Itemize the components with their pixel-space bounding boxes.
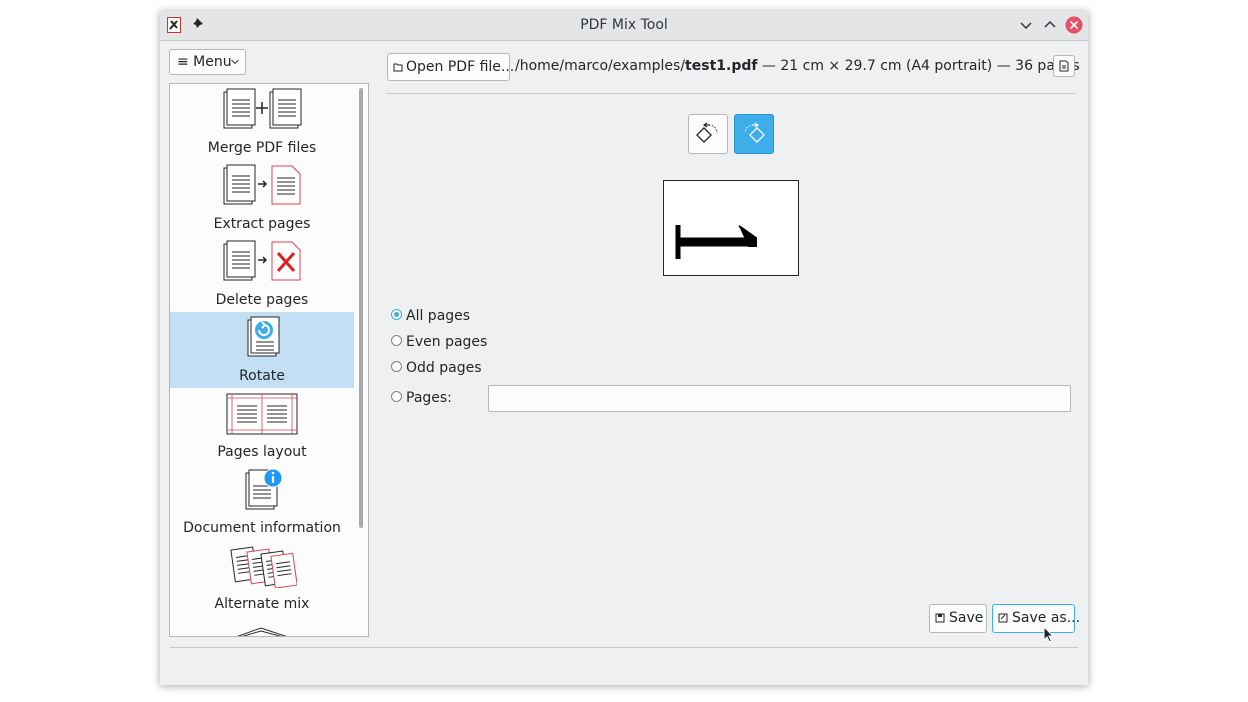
save-label: Save — [949, 610, 984, 626]
sidebar-item-rotate[interactable]: Rotate — [170, 312, 354, 388]
open-pdf-label: Open PDF file... — [406, 59, 515, 75]
save-button[interactable]: Save — [929, 604, 987, 633]
sidebar-item-pages-layout[interactable]: Pages layout — [170, 388, 354, 464]
sidebar-item-delete[interactable]: Delete pages — [170, 236, 354, 312]
open-pdf-button[interactable]: Open PDF file... — [387, 53, 514, 81]
rotate-right-icon — [744, 122, 765, 143]
chevron-down-icon — [231, 59, 239, 65]
radio-odd-pages[interactable]: Odd pages — [391, 358, 482, 378]
window-title: PDF Mix Tool — [580, 17, 668, 33]
book-icon — [237, 627, 287, 636]
radio-indicator[interactable] — [391, 360, 402, 372]
rotate-left-button[interactable] — [688, 114, 728, 154]
sidebar-item-label: Rotate — [239, 368, 285, 384]
radio-even-pages[interactable]: Even pages — [391, 332, 487, 352]
rotate-right-button[interactable] — [734, 114, 774, 154]
sidebar-scrollbar[interactable] — [359, 88, 363, 528]
sidebar-item-label: Document information — [183, 520, 341, 536]
pages-layout-icon — [226, 393, 298, 435]
maximize-icon[interactable] — [1041, 16, 1059, 34]
mouse-cursor-icon — [1043, 626, 1055, 643]
save-as-button[interactable]: Save as... — [992, 604, 1080, 633]
merge-icon — [223, 88, 302, 129]
rotated-page-glyph — [675, 225, 757, 259]
file-info: — 21 cm × 29.7 cm (A4 portrait) — 36 pag… — [757, 58, 1080, 74]
radio-label: Even pages — [406, 334, 488, 350]
sidebar-item-merge[interactable]: Merge PDF files — [170, 84, 354, 160]
file-path: /home/marco/examples/test1.pdf — 21 cm ×… — [515, 58, 1080, 74]
folder-icon — [393, 63, 403, 72]
sidebar-item-label: Alternate mix — [214, 596, 310, 612]
menu-button[interactable]: ≡ Menu — [169, 49, 246, 75]
delete-pages-icon — [223, 240, 301, 281]
extract-pages-icon — [223, 164, 301, 205]
radio-label: All pages — [406, 308, 471, 324]
file-path-prefix: /home/marco/examples/ — [515, 58, 686, 74]
app-window: PDF Mix Tool ≡ Menu Merge PDF files Extr… — [160, 11, 1088, 685]
document-info-button[interactable] — [1053, 55, 1075, 77]
sidebar-item-document-information[interactable]: Document information — [170, 464, 354, 540]
radio-indicator[interactable] — [391, 334, 402, 346]
close-icon[interactable] — [1065, 16, 1083, 34]
minimize-icon[interactable] — [1017, 16, 1035, 34]
radio-indicator[interactable] — [391, 390, 402, 402]
rotate-left-icon — [696, 122, 718, 143]
file-name: test1.pdf — [685, 58, 758, 74]
radio-indicator[interactable] — [391, 308, 402, 320]
document-properties-icon — [1059, 60, 1069, 72]
menu-label: ≡ Menu — [177, 54, 232, 70]
sidebar-item-more[interactable] — [170, 616, 354, 636]
radio-pages[interactable]: Pages: — [391, 388, 452, 408]
title-bar: PDF Mix Tool — [160, 11, 1088, 41]
pages-input[interactable] — [488, 385, 1071, 412]
radio-all-pages[interactable]: All pages — [391, 306, 470, 326]
save-as-icon — [998, 613, 1008, 623]
sidebar-item-label: Delete pages — [215, 292, 309, 308]
sidebar-item-alternate-mix[interactable]: Alternate mix — [170, 540, 354, 616]
save-as-label: Save as... — [1012, 610, 1081, 626]
info-icon — [245, 468, 283, 510]
radio-label: Odd pages — [406, 360, 482, 376]
sidebar-item-extract[interactable]: Extract pages — [170, 160, 354, 236]
sidebar-item-label: Merge PDF files — [207, 140, 317, 156]
status-bar-separator — [170, 647, 1078, 648]
rotate-icon — [247, 316, 280, 357]
toolbar-separator — [386, 93, 1076, 94]
sidebar-item-label: Extract pages — [213, 216, 311, 232]
radio-label: Pages: — [406, 390, 452, 406]
alternate-mix-icon — [230, 546, 297, 588]
sidebar-item-label: Pages layout — [217, 444, 307, 460]
save-icon — [935, 613, 945, 623]
operations-list[interactable]: Merge PDF files Extract pages Delete pag… — [169, 83, 369, 637]
page-preview — [663, 180, 799, 276]
